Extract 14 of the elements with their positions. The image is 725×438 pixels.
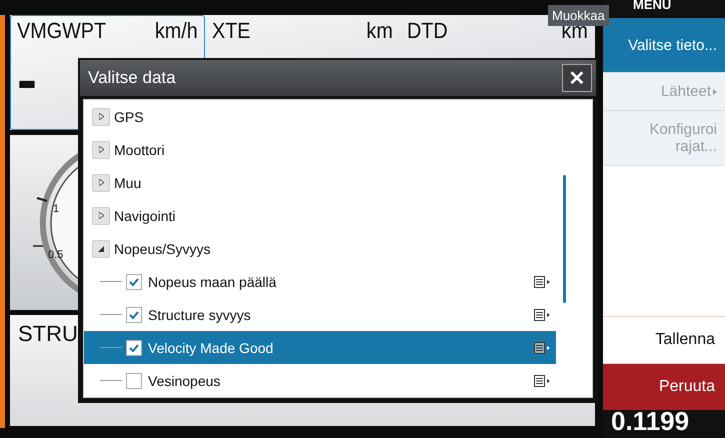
tile-label: VMGWPT [17, 18, 106, 44]
tile-label: XTE [212, 18, 251, 44]
data-reading: 0.1199 [603, 410, 725, 438]
tile-label: STRU [18, 321, 78, 346]
dialog-title: Valitse data [88, 68, 176, 88]
unit-label: km [366, 18, 393, 44]
tree-item-label: Vesinopeus [148, 372, 222, 388]
tree-item-label: Velocity Made Good [148, 340, 274, 356]
tile-label: DTD [407, 18, 448, 44]
tree-item-label: Structure syvyys [148, 306, 252, 322]
tile-value: - [17, 50, 37, 110]
tree-item-label: Nopeus maan päällä [148, 274, 278, 290]
unit-label: km/h [154, 18, 198, 44]
tooltip: Muokkaa [548, 5, 609, 26]
